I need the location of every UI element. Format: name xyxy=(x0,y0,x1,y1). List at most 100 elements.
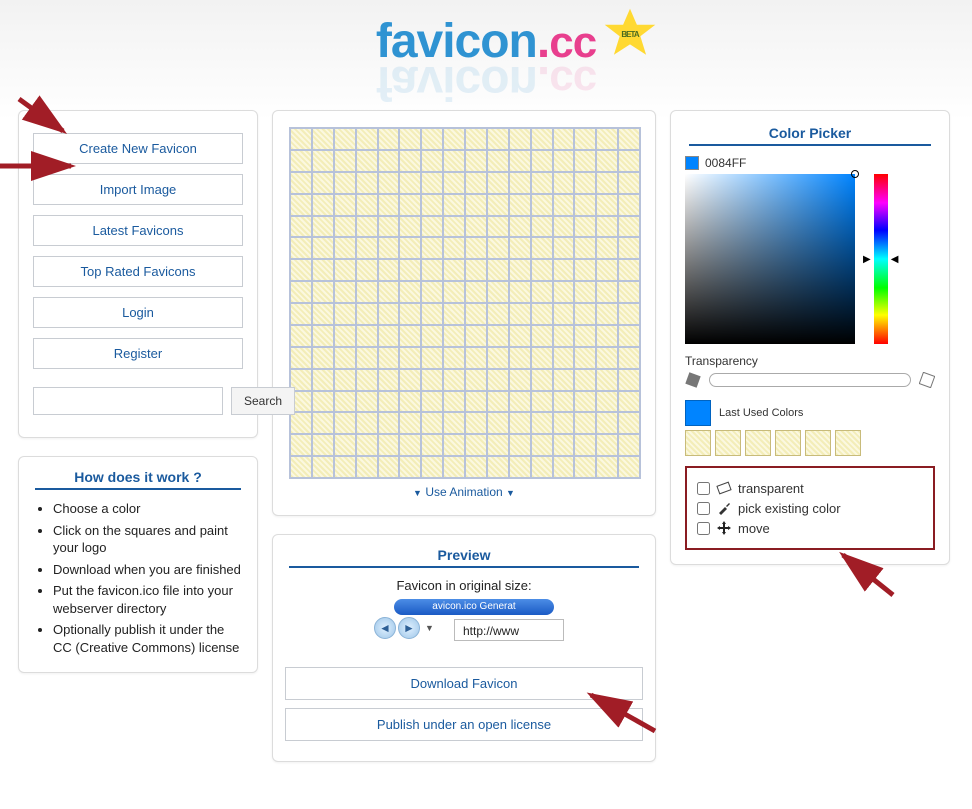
pixel-cell[interactable] xyxy=(443,456,465,478)
pixel-cell[interactable] xyxy=(399,216,421,238)
pixel-cell[interactable] xyxy=(618,172,640,194)
pixel-cell[interactable] xyxy=(443,194,465,216)
pixel-cell[interactable] xyxy=(487,434,509,456)
pixel-cell[interactable] xyxy=(596,259,618,281)
pixel-cell[interactable] xyxy=(509,259,531,281)
pixel-cell[interactable] xyxy=(290,128,312,150)
transparent-checkbox[interactable] xyxy=(697,482,710,495)
pixel-cell[interactable] xyxy=(378,237,400,259)
pixel-cell[interactable] xyxy=(421,150,443,172)
pixel-cell[interactable] xyxy=(531,281,553,303)
pixel-cell[interactable] xyxy=(290,456,312,478)
pixel-cell[interactable] xyxy=(378,216,400,238)
pixel-cell[interactable] xyxy=(399,303,421,325)
pixel-cell[interactable] xyxy=(574,456,596,478)
pick-color-checkbox[interactable] xyxy=(697,502,710,515)
pixel-cell[interactable] xyxy=(356,456,378,478)
pixel-cell[interactable] xyxy=(487,456,509,478)
pixel-cell[interactable] xyxy=(356,347,378,369)
pixel-cell[interactable] xyxy=(443,216,465,238)
pixel-cell[interactable] xyxy=(487,325,509,347)
pixel-cell[interactable] xyxy=(378,281,400,303)
pixel-cell[interactable] xyxy=(465,216,487,238)
pixel-cell[interactable] xyxy=(421,281,443,303)
pixel-cell[interactable] xyxy=(574,259,596,281)
pixel-cell[interactable] xyxy=(465,434,487,456)
pixel-cell[interactable] xyxy=(618,194,640,216)
pixel-cell[interactable] xyxy=(509,303,531,325)
pixel-cell[interactable] xyxy=(509,194,531,216)
pixel-cell[interactable] xyxy=(356,150,378,172)
pixel-cell[interactable] xyxy=(509,347,531,369)
pixel-cell[interactable] xyxy=(290,216,312,238)
pixel-cell[interactable] xyxy=(531,194,553,216)
pixel-cell[interactable] xyxy=(553,391,575,413)
pixel-cell[interactable] xyxy=(465,281,487,303)
pixel-cell[interactable] xyxy=(399,456,421,478)
pixel-cell[interactable] xyxy=(290,347,312,369)
pixel-cell[interactable] xyxy=(443,150,465,172)
pixel-cell[interactable] xyxy=(574,325,596,347)
pixel-cell[interactable] xyxy=(443,325,465,347)
pixel-cell[interactable] xyxy=(553,369,575,391)
last-color-swatch[interactable] xyxy=(805,430,831,456)
pixel-cell[interactable] xyxy=(618,434,640,456)
pixel-cell[interactable] xyxy=(334,259,356,281)
pixel-cell[interactable] xyxy=(312,369,334,391)
pixel-cell[interactable] xyxy=(574,434,596,456)
pixel-cell[interactable] xyxy=(618,347,640,369)
pixel-cell[interactable] xyxy=(618,412,640,434)
pixel-cell[interactable] xyxy=(378,369,400,391)
pixel-cell[interactable] xyxy=(378,456,400,478)
download-favicon-button[interactable]: Download Favicon xyxy=(285,667,643,700)
pixel-cell[interactable] xyxy=(421,325,443,347)
pixel-cell[interactable] xyxy=(312,347,334,369)
pixel-cell[interactable] xyxy=(399,347,421,369)
pixel-cell[interactable] xyxy=(618,150,640,172)
pixel-cell[interactable] xyxy=(421,412,443,434)
pixel-cell[interactable] xyxy=(312,194,334,216)
last-color-swatch[interactable] xyxy=(685,430,711,456)
pixel-cell[interactable] xyxy=(531,391,553,413)
last-color-swatch[interactable] xyxy=(685,400,711,426)
pixel-cell[interactable] xyxy=(596,216,618,238)
pixel-cell[interactable] xyxy=(399,237,421,259)
pixel-cell[interactable] xyxy=(465,456,487,478)
pixel-cell[interactable] xyxy=(618,369,640,391)
pixel-cell[interactable] xyxy=(553,128,575,150)
pixel-cell[interactable] xyxy=(443,281,465,303)
pixel-cell[interactable] xyxy=(531,216,553,238)
pixel-cell[interactable] xyxy=(574,369,596,391)
pixel-cell[interactable] xyxy=(356,281,378,303)
pixel-cell[interactable] xyxy=(443,172,465,194)
pixel-cell[interactable] xyxy=(399,325,421,347)
pixel-cell[interactable] xyxy=(378,172,400,194)
pixel-cell[interactable] xyxy=(443,128,465,150)
pixel-cell[interactable] xyxy=(574,216,596,238)
pixel-cell[interactable] xyxy=(509,434,531,456)
pixel-cell[interactable] xyxy=(443,237,465,259)
pixel-cell[interactable] xyxy=(596,303,618,325)
pixel-cell[interactable] xyxy=(574,150,596,172)
pixel-cell[interactable] xyxy=(312,259,334,281)
pixel-cell[interactable] xyxy=(356,172,378,194)
pixel-cell[interactable] xyxy=(312,172,334,194)
pixel-cell[interactable] xyxy=(312,150,334,172)
use-animation-toggle[interactable]: ▼ Use Animation ▼ xyxy=(289,485,639,499)
pixel-cell[interactable] xyxy=(378,303,400,325)
pixel-cell[interactable] xyxy=(553,347,575,369)
pixel-cell[interactable] xyxy=(509,456,531,478)
pixel-cell[interactable] xyxy=(618,128,640,150)
pixel-cell[interactable] xyxy=(334,412,356,434)
import-image-button[interactable]: Import Image xyxy=(33,174,243,205)
pixel-cell[interactable] xyxy=(399,259,421,281)
pixel-cell[interactable] xyxy=(531,434,553,456)
pixel-cell[interactable] xyxy=(290,434,312,456)
pixel-cell[interactable] xyxy=(312,325,334,347)
pixel-cell[interactable] xyxy=(334,216,356,238)
pixel-cell[interactable] xyxy=(596,281,618,303)
pixel-cell[interactable] xyxy=(553,303,575,325)
pixel-cell[interactable] xyxy=(531,172,553,194)
pixel-cell[interactable] xyxy=(399,128,421,150)
pixel-cell[interactable] xyxy=(487,194,509,216)
